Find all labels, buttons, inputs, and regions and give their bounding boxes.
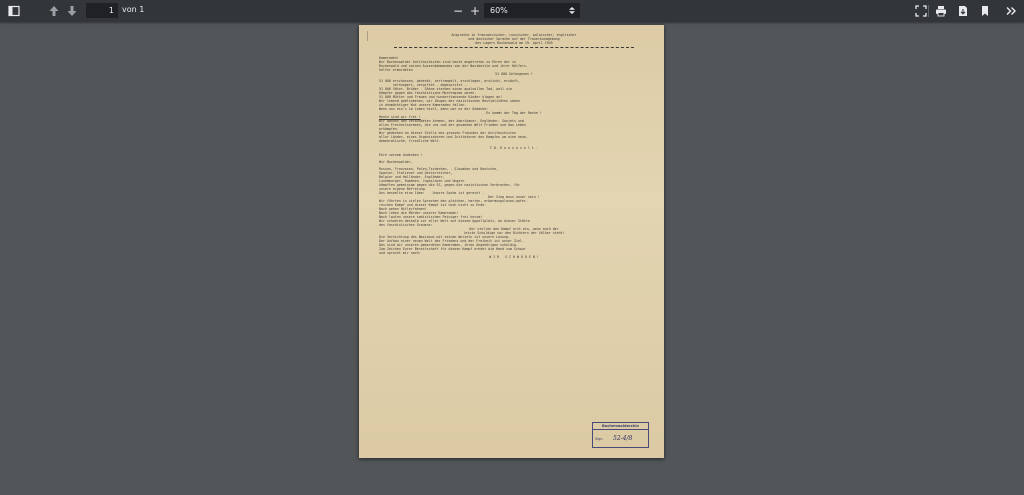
fit-page-button[interactable]	[913, 3, 929, 19]
prev-page-button[interactable]	[46, 3, 62, 19]
pdf-toolbar: von 1 − + 60%	[0, 0, 1024, 22]
bookmark-button[interactable]	[977, 3, 993, 19]
zoom-select[interactable]: 60%	[484, 3, 580, 18]
page-total-label: von 1	[122, 5, 145, 14]
zoom-value: 60%	[490, 6, 508, 15]
next-page-button[interactable]	[64, 3, 80, 19]
download-button[interactable]	[955, 3, 971, 19]
stamp-sign-label: Sign.	[595, 436, 604, 441]
more-icon	[1006, 7, 1016, 15]
doc-body-line: W I R S C H W Ö R E N !	[489, 255, 539, 259]
pdf-page: Ansprache in franzoesischer, russischer,…	[359, 25, 664, 458]
fit-page-icon	[915, 5, 927, 17]
sidebar-toggle-icon[interactable]	[6, 3, 22, 19]
page-number-input[interactable]	[86, 3, 118, 18]
archive-stamp: Buchenwaldarchiv Sign. 52-4/8	[592, 422, 649, 448]
sidebar-toggle-icon	[8, 5, 20, 17]
print-button[interactable]	[933, 3, 949, 19]
toolbar-divider	[928, 5, 929, 17]
zoom-out-button[interactable]: −	[450, 3, 466, 19]
download-icon	[959, 6, 967, 16]
zoom-in-button[interactable]: +	[467, 3, 483, 19]
more-button[interactable]	[1003, 3, 1019, 19]
document-body: Kameraden! Wir Buchenwalder Antifaschiste…	[379, 56, 649, 259]
print-icon	[936, 6, 946, 17]
arrow-up-icon	[49, 6, 59, 16]
document-text: Ansprache in franzoesischer, russischer,…	[379, 33, 649, 259]
stamp-title: Buchenwaldarchiv	[593, 423, 648, 430]
bookmark-icon	[982, 6, 988, 16]
updown-caret-icon	[569, 7, 575, 14]
arrow-down-icon	[67, 6, 77, 16]
pencil-mark	[367, 31, 368, 41]
stamp-sign-value: 52-4/8	[613, 435, 633, 442]
